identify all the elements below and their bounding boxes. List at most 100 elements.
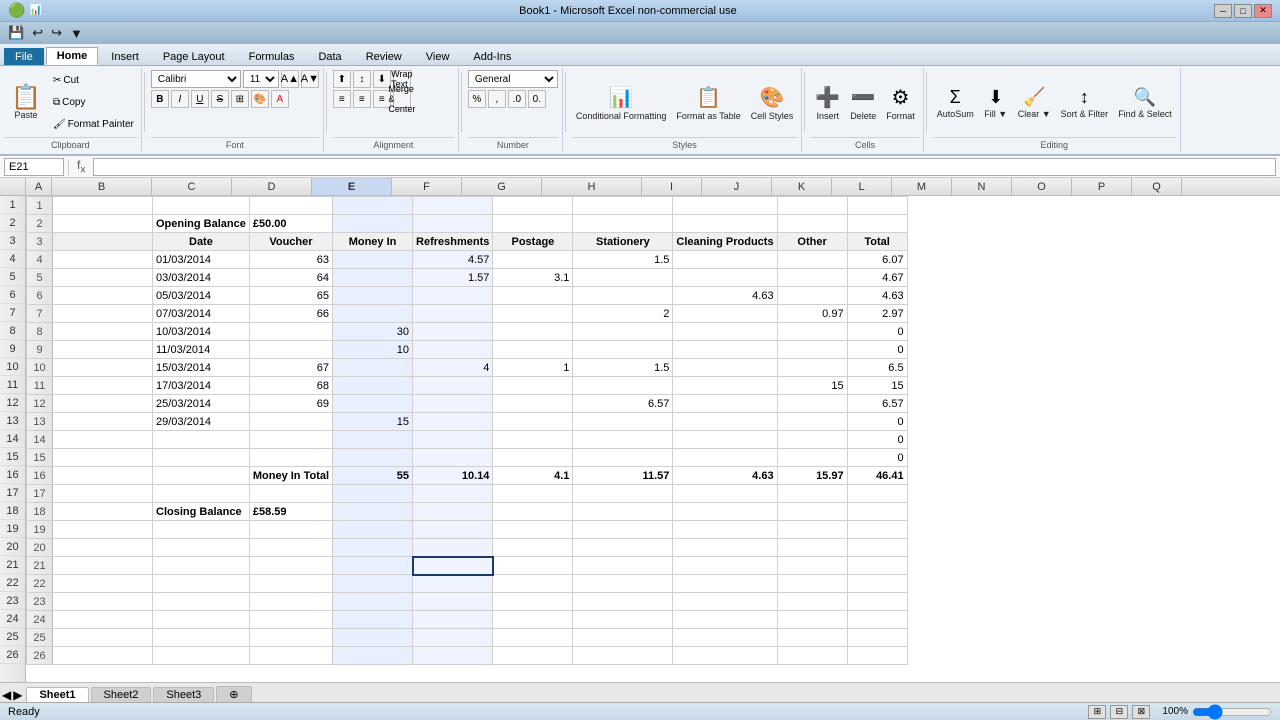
cell-B-5[interactable]: 03/03/2014 [153,269,250,287]
cell-J-26[interactable] [847,647,907,665]
cell-I-4[interactable] [777,251,847,269]
cell-H-11[interactable] [673,377,777,395]
col-header-Q[interactable]: Q [1132,178,1182,195]
cell-D-9[interactable]: 10 [333,341,413,359]
cell-D-2[interactable] [333,215,413,233]
cell-F-10[interactable]: 1 [493,359,573,377]
cell-C-17[interactable] [249,485,332,503]
cell-J-8[interactable]: 0 [847,323,907,341]
cell-C-5[interactable]: 64 [249,269,332,287]
cell-G-26[interactable] [573,647,673,665]
cell-B-16[interactable] [153,467,250,485]
cell-F-4[interactable] [493,251,573,269]
cell-J-3[interactable]: Total [847,233,907,251]
cell-G-12[interactable]: 6.57 [573,395,673,413]
cell-H-6[interactable]: 4.63 [673,287,777,305]
cell-J-7[interactable]: 2.97 [847,305,907,323]
cell-F-1[interactable] [493,197,573,215]
sheet-tab-2[interactable]: Sheet2 [91,687,152,702]
tab-insert[interactable]: Insert [100,48,150,65]
cell-F-2[interactable] [493,215,573,233]
row-header-9[interactable]: 9 [0,340,25,358]
cell-B-6[interactable]: 05/03/2014 [153,287,250,305]
cell-D-7[interactable] [333,305,413,323]
autosum-button[interactable]: Σ AutoSum [933,85,978,121]
cell-G-5[interactable] [573,269,673,287]
col-header-P[interactable]: P [1072,178,1132,195]
cell-H-22[interactable] [673,575,777,593]
font-increase-button[interactable]: A▲ [281,70,299,88]
comma-button[interactable]: , [488,90,506,108]
cell-C-8[interactable] [249,323,332,341]
cell-I-16[interactable]: 15.97 [777,467,847,485]
cell-G-15[interactable] [573,449,673,467]
cell-D-24[interactable] [333,611,413,629]
new-sheet-button[interactable]: ⊕ [216,686,251,702]
cell-D-3[interactable]: Money In [333,233,413,251]
cell-H-26[interactable] [673,647,777,665]
cell-A-21[interactable] [53,557,153,575]
sort-filter-button[interactable]: ↕ Sort & Filter [1057,85,1113,121]
cell-J-23[interactable] [847,593,907,611]
col-header-D[interactable]: D [232,178,312,195]
close-button[interactable]: ✕ [1254,4,1272,18]
cell-E-10[interactable]: 4 [413,359,493,377]
cell-B-19[interactable] [153,521,250,539]
col-header-G[interactable]: G [462,178,542,195]
cell-D-26[interactable] [333,647,413,665]
cell-A-9[interactable] [53,341,153,359]
cell-G-8[interactable] [573,323,673,341]
cell-A-16[interactable] [53,467,153,485]
cell-D-12[interactable] [333,395,413,413]
col-header-J[interactable]: J [702,178,772,195]
cell-E-21[interactable] [413,557,493,575]
row-header-5[interactable]: 5 [0,268,25,286]
cell-C-3[interactable]: Voucher [249,233,332,251]
cell-A-17[interactable] [53,485,153,503]
cell-E-22[interactable] [413,575,493,593]
cell-I-2[interactable] [777,215,847,233]
cell-B-7[interactable]: 07/03/2014 [153,305,250,323]
row-header-21[interactable]: 21 [0,556,25,574]
cell-A-5[interactable] [53,269,153,287]
cell-B-10[interactable]: 15/03/2014 [153,359,250,377]
cell-E-6[interactable] [413,287,493,305]
cell-I-10[interactable] [777,359,847,377]
cell-A-24[interactable] [53,611,153,629]
cell-D-6[interactable] [333,287,413,305]
cell-I-8[interactable] [777,323,847,341]
cell-D-1[interactable] [333,197,413,215]
cell-G-6[interactable] [573,287,673,305]
cell-B-25[interactable] [153,629,250,647]
cell-G-25[interactable] [573,629,673,647]
cell-E-19[interactable] [413,521,493,539]
cell-B-1[interactable] [153,197,250,215]
col-header-L[interactable]: L [832,178,892,195]
cell-J-20[interactable] [847,539,907,557]
format-as-table-button[interactable]: 📋 Format as Table [672,83,744,123]
cell-G-21[interactable] [573,557,673,575]
cell-J-4[interactable]: 6.07 [847,251,907,269]
cell-F-20[interactable] [493,539,573,557]
cell-E-4[interactable]: 4.57 [413,251,493,269]
row-header-19[interactable]: 19 [0,520,25,538]
row-header-1[interactable]: 1 [0,196,25,214]
cell-I-26[interactable] [777,647,847,665]
cell-A-15[interactable] [53,449,153,467]
cell-H-5[interactable] [673,269,777,287]
window-controls[interactable]: ─ □ ✕ [1214,4,1272,18]
cell-J-24[interactable] [847,611,907,629]
align-left-button[interactable]: ≡ [333,90,351,108]
row-header-26[interactable]: 26 [0,646,25,664]
cell-I-21[interactable] [777,557,847,575]
cell-C-10[interactable]: 67 [249,359,332,377]
cell-G-3[interactable]: Stationery [573,233,673,251]
cell-J-16[interactable]: 46.41 [847,467,907,485]
cell-A-4[interactable] [53,251,153,269]
tab-add-ins[interactable]: Add-Ins [462,48,522,65]
cell-J-14[interactable]: 0 [847,431,907,449]
cell-E-24[interactable] [413,611,493,629]
cell-J-25[interactable] [847,629,907,647]
row-header-23[interactable]: 23 [0,592,25,610]
cell-D-15[interactable] [333,449,413,467]
